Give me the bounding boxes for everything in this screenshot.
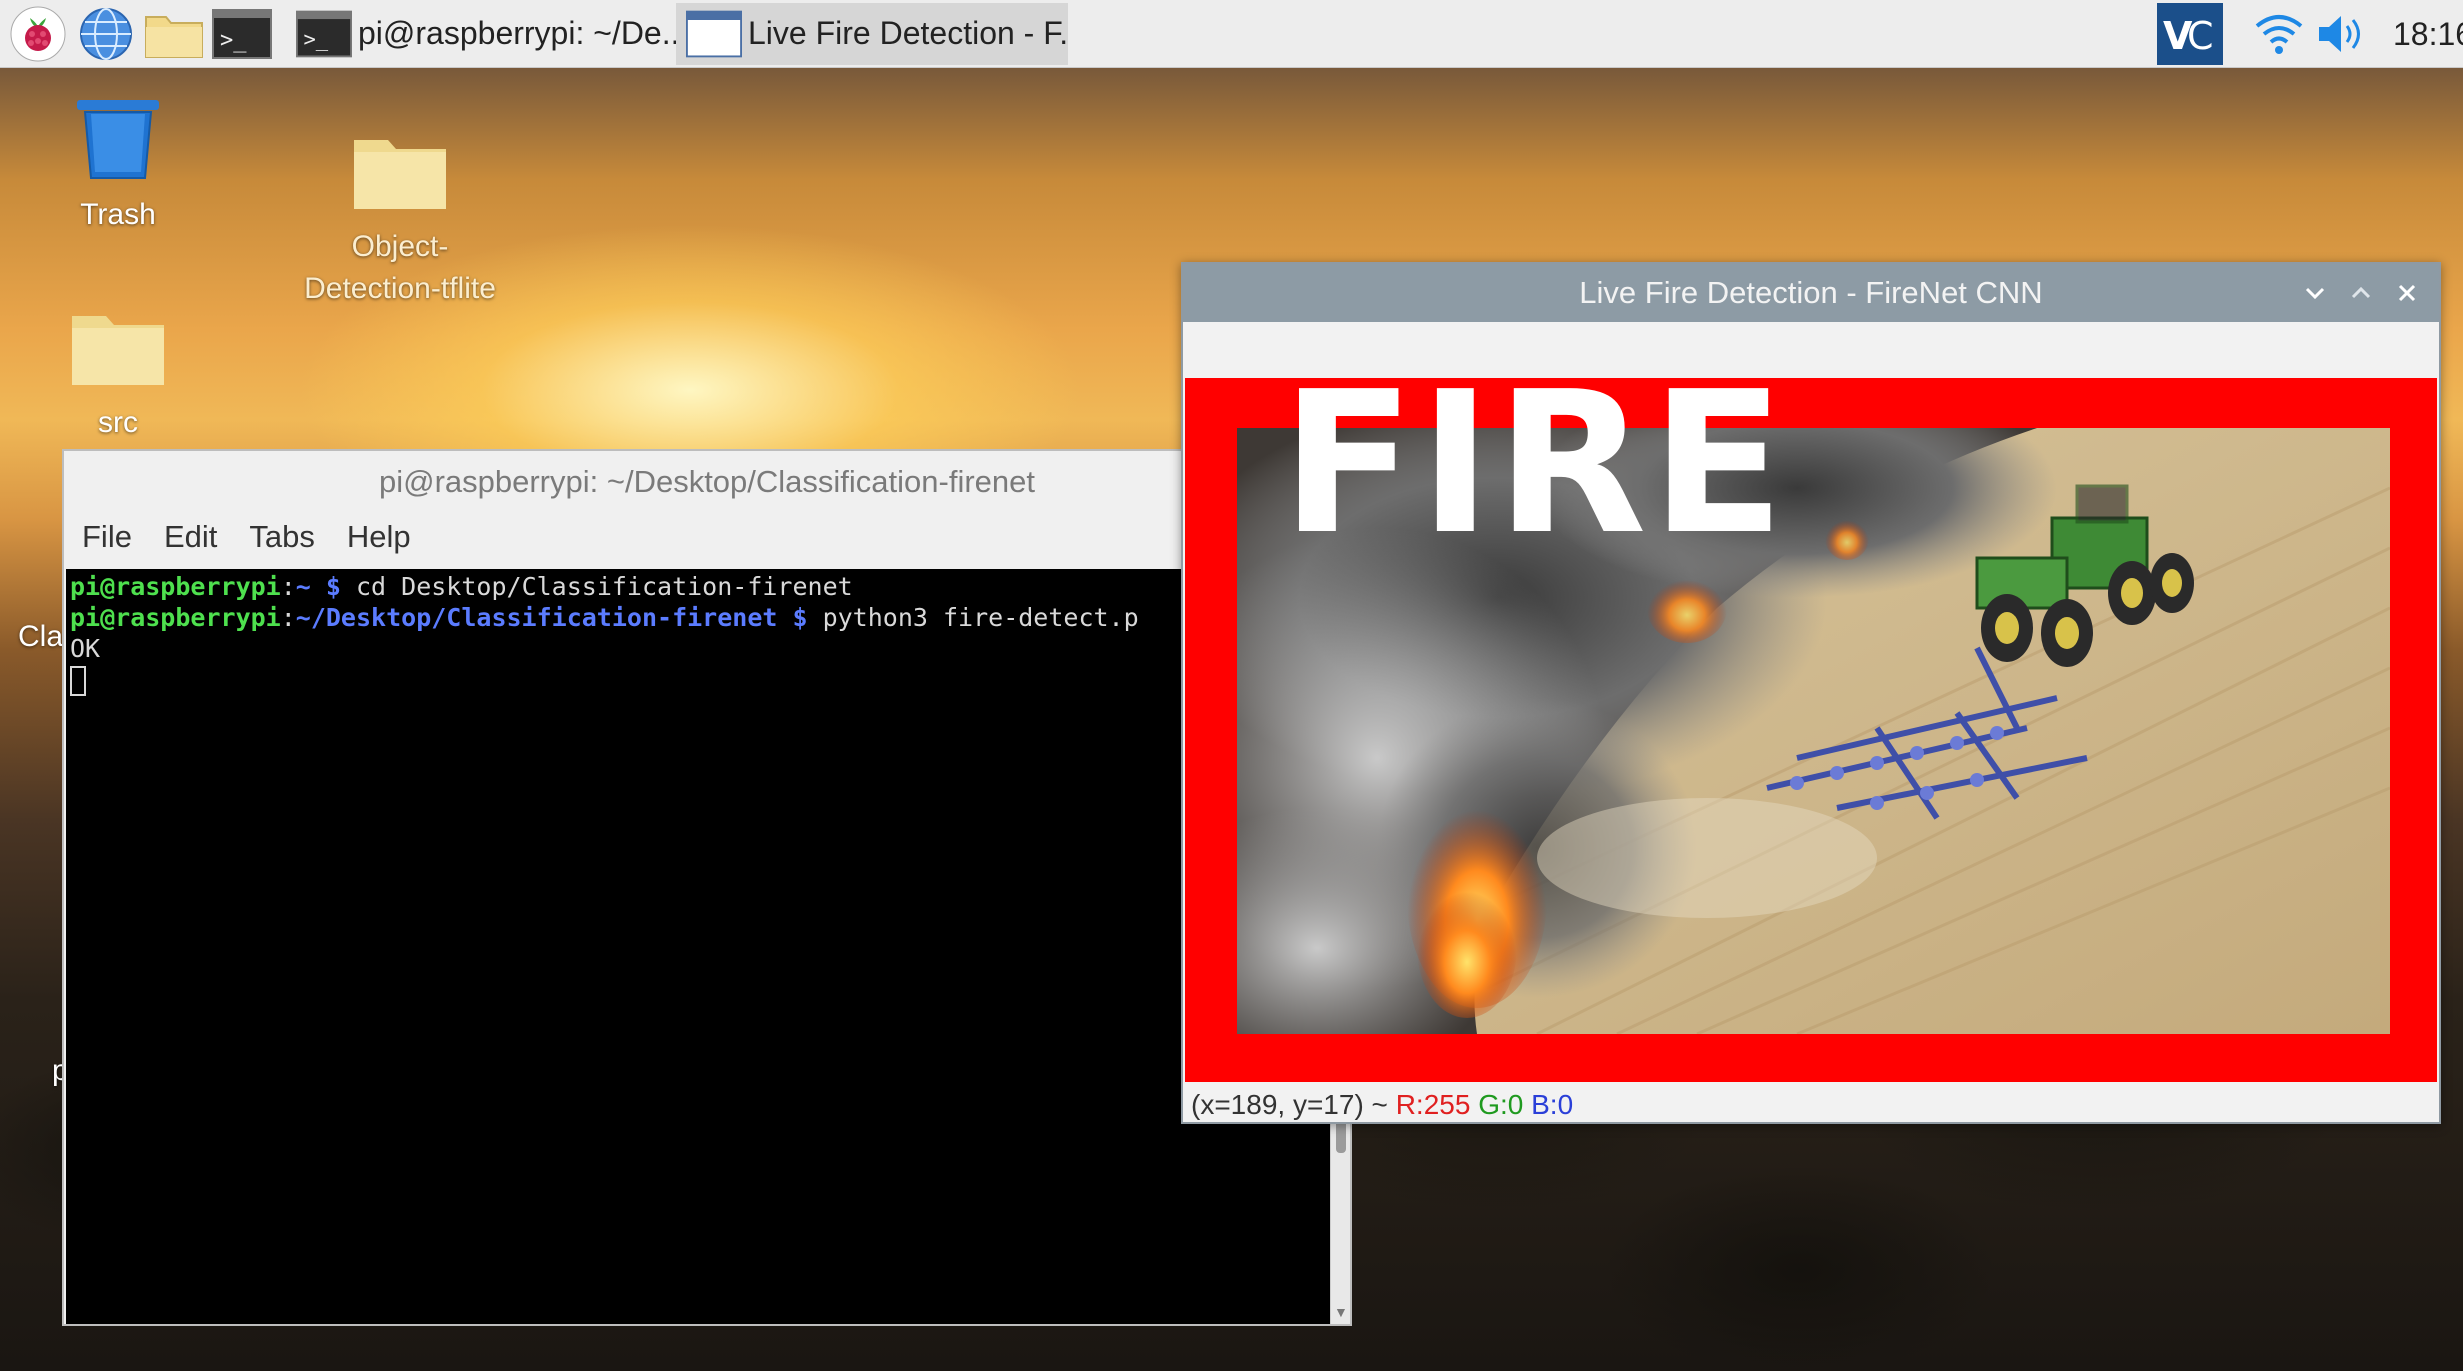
volume-icon[interactable]: [2311, 4, 2371, 64]
fire-window-titlebar[interactable]: Live Fire Detection - FireNet CNN: [1183, 264, 2439, 322]
cursor-coords: (x=189, y=17) ~: [1191, 1089, 1388, 1120]
window-icon: [686, 10, 742, 57]
detection-border: FIRE: [1185, 366, 2437, 1084]
terminal-titlebar[interactable]: pi@raspberrypi: ~/Desktop/Classification…: [64, 451, 1350, 513]
maximize-chevron-up-icon[interactable]: [2339, 264, 2383, 322]
clock[interactable]: 18:16: [2393, 16, 2463, 53]
svg-text:C: C: [2187, 14, 2214, 58]
taskbar-task-label: pi@raspberrypi: ~/De...: [358, 15, 676, 51]
minimize-chevron-down-icon[interactable]: [2293, 264, 2337, 322]
terminal-icon: >_: [296, 10, 352, 57]
desktop-icon-label: Object- Detection-tflite: [304, 230, 496, 305]
svg-text:>_: >_: [220, 28, 247, 53]
desktop-icon-label: src: [98, 406, 138, 439]
terminal-title: pi@raspberrypi: ~/Desktop/Classification…: [378, 464, 1036, 499]
browser-globe-icon[interactable]: [76, 4, 136, 64]
terminal-cursor: [70, 666, 86, 696]
desktop-icon-src[interactable]: src: [58, 308, 178, 444]
menu-tabs[interactable]: Tabs: [249, 519, 314, 555]
folder-icon: [72, 316, 164, 385]
file-manager-folder-icon[interactable]: [144, 4, 204, 64]
taskbar-task-fire-detection[interactable]: Live Fire Detection - F...: [676, 2, 1068, 65]
fire-window-title: Live Fire Detection - FireNet CNN: [1579, 275, 2043, 310]
pixel-green-value: G:0: [1478, 1089, 1524, 1120]
pixel-red-value: R:255: [1395, 1089, 1471, 1120]
terminal-launcher-icon[interactable]: >_: [212, 4, 272, 64]
terminal-line: OK: [70, 634, 101, 663]
desktop-icon-trash[interactable]: Trash: [58, 96, 178, 236]
taskbar: >_ >_ pi@raspberrypi: ~/De... Live Fire …: [0, 0, 2463, 68]
fire-detection-window[interactable]: Live Fire Detection - FireNet CNN FIRE (…: [1181, 262, 2441, 1124]
terminal-menubar: File Edit Tabs Help: [64, 513, 1350, 561]
desktop-icon-object-detection[interactable]: Object- Detection-tflite: [285, 132, 515, 310]
wifi-icon[interactable]: [2249, 4, 2309, 64]
scroll-down-arrow-icon[interactable]: ▼: [1334, 1304, 1348, 1320]
menu-edit[interactable]: Edit: [164, 519, 217, 555]
terminal-window[interactable]: pi@raspberrypi: ~/Desktop/Classification…: [62, 449, 1352, 1326]
svg-text:>_: >_: [303, 27, 328, 51]
taskbar-task-terminal[interactable]: >_ pi@raspberrypi: ~/De...: [286, 3, 676, 65]
desktop-icon-label: Trash: [80, 198, 156, 231]
vnc-icon[interactable]: V C: [2155, 3, 2225, 65]
menu-help[interactable]: Help: [347, 519, 411, 555]
trash-icon: [77, 100, 159, 179]
taskbar-task-label: Live Fire Detection - F...: [748, 15, 1068, 51]
terminal-line: pi@raspberrypi:~/Desktop/Classification-…: [70, 603, 1139, 632]
fire-detection-label: FIRE: [1281, 350, 1789, 578]
folder-icon: [354, 140, 446, 209]
menu-file[interactable]: File: [82, 519, 132, 555]
raspberry-menu-icon[interactable]: [8, 4, 68, 64]
terminal-output[interactable]: pi@raspberrypi:~ $ cd Desktop/Classifica…: [66, 569, 1330, 1324]
pixel-blue-value: B:0: [1531, 1089, 1574, 1120]
fire-window-statusbar: (x=189, y=17) ~ R:255 G:0 B:0: [1185, 1082, 2437, 1122]
terminal-line: pi@raspberrypi:~ $ cd Desktop/Classifica…: [70, 572, 853, 601]
close-icon[interactable]: [2385, 264, 2429, 322]
desktop-icon-label-partial: Cla: [18, 620, 64, 653]
